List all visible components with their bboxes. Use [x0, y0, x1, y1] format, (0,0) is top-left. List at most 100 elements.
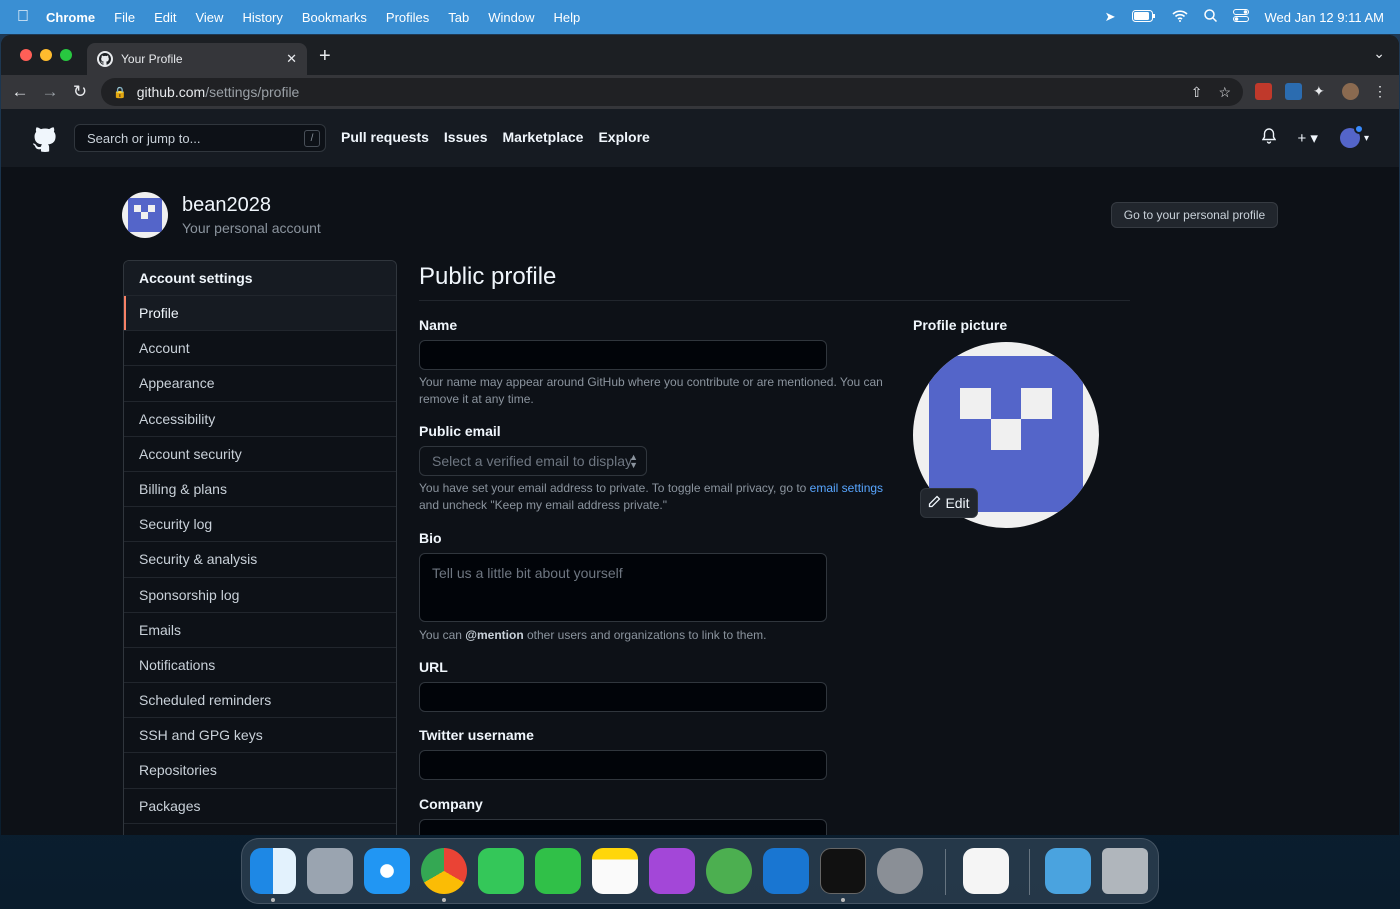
nav-pull-requests[interactable]: Pull requests — [341, 129, 429, 145]
public-email-select[interactable]: Select a verified email to display ▲ ▼ — [419, 446, 647, 476]
sidebar-item-security-analysis[interactable]: Security & analysis — [124, 542, 396, 578]
trash-icon[interactable] — [1102, 848, 1148, 894]
github-logo-icon[interactable] — [30, 122, 60, 152]
nav-marketplace[interactable]: Marketplace — [503, 129, 584, 145]
nav-explore[interactable]: Explore — [598, 129, 649, 145]
sidebar-item-sponsorship-log[interactable]: Sponsorship log — [124, 578, 396, 613]
clock[interactable]: Wed Jan 12 9:11 AM — [1265, 10, 1384, 25]
nav-issues[interactable]: Issues — [444, 129, 488, 145]
linear-app-icon[interactable] — [706, 848, 752, 894]
menu-edit[interactable]: Edit — [154, 10, 176, 25]
facetime-icon[interactable] — [535, 848, 581, 894]
forward-arrow-icon[interactable]: → — [35, 82, 65, 102]
menu-app-name[interactable]: Chrome — [46, 10, 95, 25]
safari-icon[interactable] — [364, 848, 410, 894]
sidebar-item-scheduled-reminders[interactable]: Scheduled reminders — [124, 683, 396, 719]
user-menu[interactable]: ▾ — [1339, 124, 1369, 148]
wifi-icon[interactable] — [1171, 9, 1188, 25]
sidebar-item-notifications[interactable]: Notifications — [124, 648, 396, 684]
tab-title: Your Profile — [121, 52, 183, 66]
messages-icon[interactable] — [478, 848, 524, 894]
launchpad-icon[interactable] — [307, 848, 353, 894]
profile-picture-label: Profile picture — [913, 317, 1008, 333]
downloads-folder-icon[interactable] — [1045, 848, 1091, 894]
account-avatar[interactable] — [122, 192, 168, 238]
create-new-plus-icon[interactable]: + ▾ — [1298, 129, 1318, 147]
back-arrow-icon[interactable]: ← — [5, 82, 35, 102]
extensions-puzzle-icon[interactable]: ✦ — [1313, 83, 1330, 100]
email-settings-link[interactable]: email settings — [810, 481, 883, 495]
browser-tab-active[interactable]: Your Profile ✕ — [87, 43, 307, 75]
twitter-input[interactable] — [419, 750, 827, 780]
global-search-input[interactable]: Search or jump to... / — [74, 124, 326, 152]
go-to-profile-button[interactable]: Go to your personal profile — [1111, 202, 1278, 228]
github-favicon-icon — [97, 51, 113, 67]
menu-help[interactable]: Help — [554, 10, 581, 25]
sidebar-item-appearance[interactable]: Appearance — [124, 366, 396, 402]
settings-sidebar: Account settings Profile Account Appeara… — [123, 260, 397, 835]
new-tab-icon[interactable]: + — [319, 45, 331, 68]
company-label: Company — [419, 796, 483, 812]
close-tab-icon[interactable]: ✕ — [286, 51, 297, 67]
apple-icon[interactable]:  — [0, 8, 46, 26]
notes-icon[interactable] — [592, 848, 638, 894]
menu-file[interactable]: File — [114, 10, 135, 25]
textedit-icon[interactable] — [963, 848, 1009, 894]
sidebar-item-ssh-gpg-keys[interactable]: SSH and GPG keys — [124, 718, 396, 754]
share-icon[interactable]: ⇧ — [1191, 84, 1203, 101]
terminal-icon[interactable] — [820, 848, 866, 894]
bitwarden-extension-icon[interactable] — [1285, 83, 1302, 100]
edit-label: Edit — [945, 495, 970, 511]
notifications-bell-icon[interactable] — [1261, 128, 1276, 148]
tab-search-chevron-icon[interactable]: ⌄ — [1373, 45, 1385, 62]
account-username[interactable]: bean2028 — [182, 194, 271, 217]
menu-history[interactable]: History — [242, 10, 282, 25]
select-caret-icon: ▲ ▼ — [629, 452, 638, 470]
name-input[interactable] — [419, 340, 827, 370]
reload-icon[interactable]: ↻ — [65, 82, 95, 102]
email-note: You have set your email address to priva… — [419, 481, 884, 512]
lock-icon[interactable]: 🔒 — [113, 86, 127, 99]
menu-window[interactable]: Window — [488, 10, 534, 25]
sidebar-item-more[interactable] — [124, 824, 396, 835]
menu-bookmarks[interactable]: Bookmarks — [302, 10, 367, 25]
edit-picture-button[interactable]: Edit — [920, 488, 978, 518]
system-preferences-icon[interactable] — [877, 848, 923, 894]
settings-content: bean2028 Your personal account Go to you… — [1, 167, 1399, 835]
company-input[interactable] — [419, 819, 827, 835]
bio-textarea[interactable]: Tell us a little bit about yourself — [419, 553, 827, 622]
menu-tab[interactable]: Tab — [448, 10, 469, 25]
sidebar-item-repositories[interactable]: Repositories — [124, 753, 396, 789]
user-avatar[interactable] — [1339, 124, 1364, 148]
terminal-running-dot — [841, 898, 845, 902]
battery-icon[interactable] — [1131, 9, 1156, 25]
control-center-icon[interactable] — [1232, 9, 1249, 25]
zoom-window-button[interactable] — [60, 49, 72, 61]
address-bar[interactable]: 🔒 github.com/settings/profile ⇧ ☆ — [101, 78, 1243, 106]
cursor-status-icon[interactable]: ➤ — [1105, 9, 1116, 25]
chrome-menu-icon[interactable]: ⋮ — [1373, 83, 1390, 100]
sidebar-item-account[interactable]: Account — [124, 331, 396, 367]
minimize-window-button[interactable] — [40, 49, 52, 61]
sidebar-item-emails[interactable]: Emails — [124, 613, 396, 648]
sidebar-item-security-log[interactable]: Security log — [124, 507, 396, 543]
ublock-extension-icon[interactable] — [1255, 83, 1272, 100]
finder-icon[interactable] — [250, 848, 296, 894]
url-input[interactable] — [419, 682, 827, 712]
sidebar-item-profile[interactable]: Profile — [124, 296, 396, 332]
chrome-profile-avatar[interactable] — [1342, 83, 1359, 100]
sidebar-item-accessibility[interactable]: Accessibility — [124, 402, 396, 437]
url-host: github.com — [136, 84, 206, 100]
close-window-button[interactable] — [20, 49, 32, 61]
spotlight-search-icon[interactable] — [1203, 9, 1217, 25]
xcode-icon[interactable] — [763, 848, 809, 894]
bookmark-star-icon[interactable]: ☆ — [1218, 84, 1231, 101]
menu-profiles[interactable]: Profiles — [386, 10, 429, 25]
sidebar-item-billing[interactable]: Billing & plans — [124, 472, 396, 508]
menu-view[interactable]: View — [195, 10, 223, 25]
sidebar-item-packages[interactable]: Packages — [124, 789, 396, 824]
sidebar-item-account-security[interactable]: Account security — [124, 437, 396, 472]
name-note: Your name may appear around GitHub where… — [419, 375, 883, 406]
chrome-icon[interactable] — [421, 848, 467, 894]
podcasts-icon[interactable] — [649, 848, 695, 894]
